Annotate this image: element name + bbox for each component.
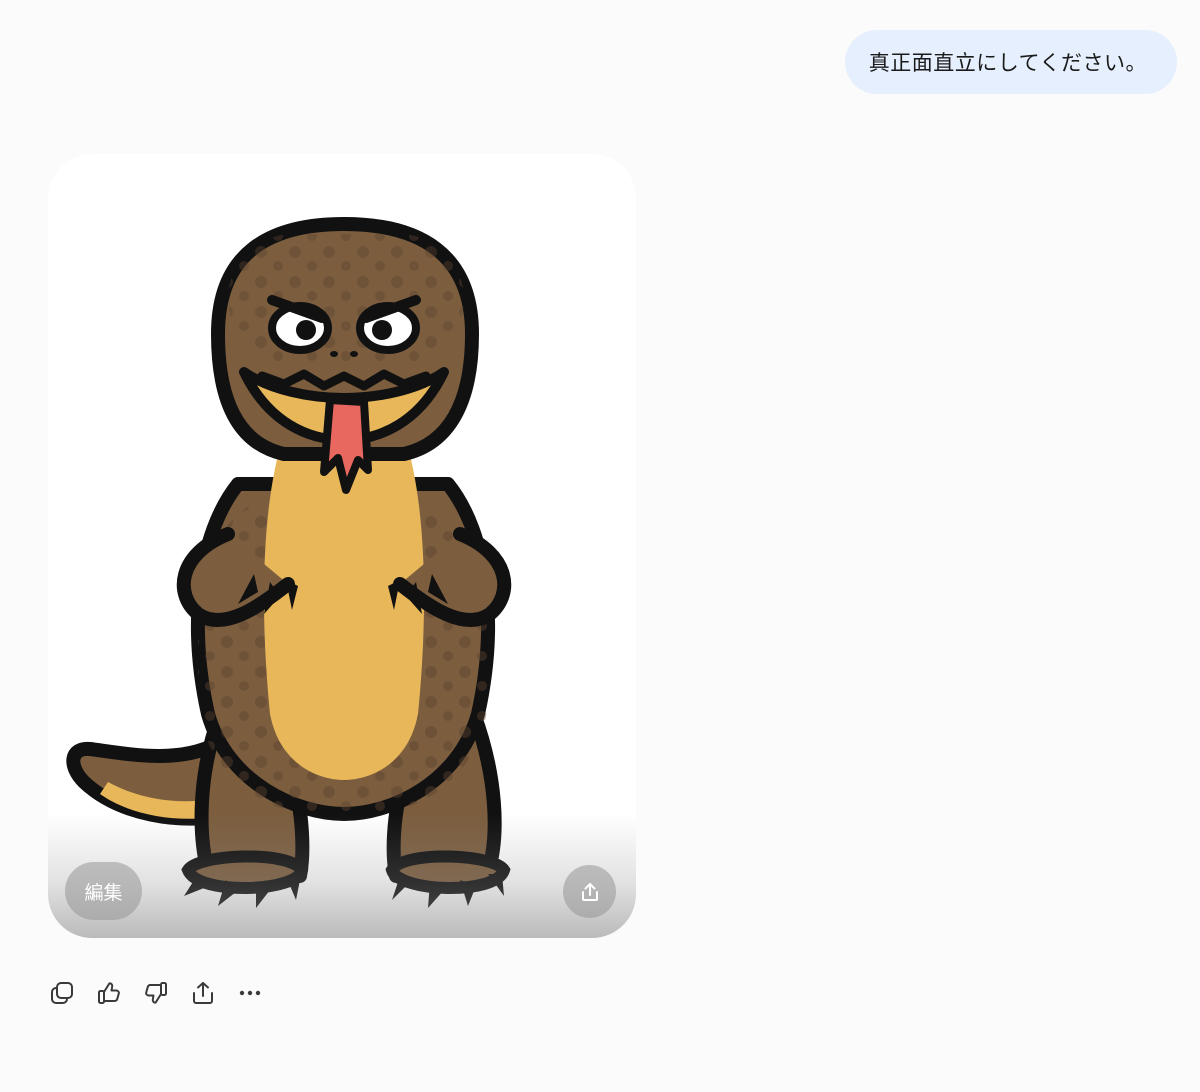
share-icon (192, 982, 213, 1004)
more-options-icon (239, 990, 260, 996)
generated-image-card[interactable]: 編集 (48, 154, 636, 938)
response-action-bar (46, 976, 265, 1010)
user-message-bubble: 真正面直立にしてください。 (844, 30, 1177, 94)
bad-response-button[interactable] (140, 976, 171, 1010)
share-upload-icon (581, 882, 598, 901)
thumbs-down-icon (144, 982, 167, 1004)
share-button[interactable] (187, 976, 218, 1010)
more-options-button[interactable] (234, 976, 265, 1010)
share-image-button[interactable] (563, 865, 616, 918)
good-response-button[interactable] (93, 976, 124, 1010)
edit-image-button[interactable]: 編集 (65, 862, 142, 920)
chat-page: 真正面直立にしてください。 編集 (0, 0, 1200, 1092)
komodo-dragon-illustration (66, 217, 512, 908)
edit-button-label: 編集 (84, 881, 123, 904)
user-message-text: 真正面直立にしてください。 (868, 51, 1147, 75)
copy-icon (50, 982, 73, 1004)
copy-button[interactable] (46, 976, 77, 1010)
thumbs-up-icon (97, 982, 120, 1004)
